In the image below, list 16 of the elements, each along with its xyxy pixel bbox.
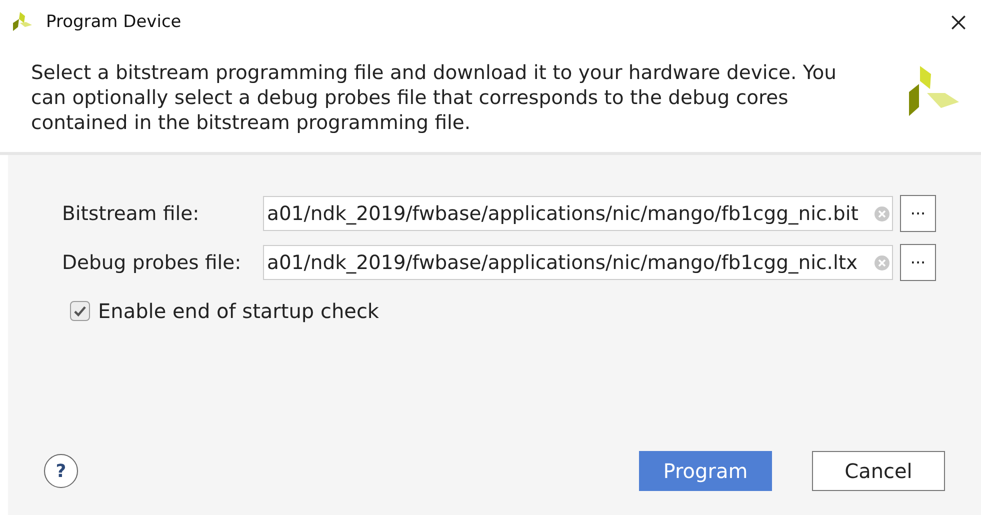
program-button[interactable]: Program [639, 451, 772, 491]
help-button[interactable]: ? [44, 454, 78, 488]
description-text: Select a bitstream programming file and download it to your hardware device. You can optionally select a debug probes file that corresponds to the debug cores contained in the bitstream programming file. [31, 60, 838, 135]
checkbox-label[interactable]: Enable end of startup check [98, 299, 380, 323]
cancel-button[interactable]: Cancel [812, 451, 945, 491]
file-path-field[interactable]: a01/ndk_2019/fwbase/applications/nic/mango/fb1cgg_nic.bit [263, 196, 893, 231]
logo-icon [10, 10, 34, 34]
logo-icon [907, 64, 959, 116]
window-title: Program Device [46, 12, 182, 32]
field-label: Bitstream file: [62, 202, 200, 225]
browse-button[interactable]: ··· [900, 195, 936, 232]
file-path-field[interactable]: a01/ndk_2019/fwbase/applications/nic/mango/fb1cgg_nic.ltx [263, 245, 893, 280]
checkbox[interactable] [70, 301, 90, 321]
close-icon[interactable] [950, 14, 967, 30]
browse-button[interactable]: ··· [900, 244, 936, 281]
field-label: Debug probes file: [62, 251, 242, 274]
